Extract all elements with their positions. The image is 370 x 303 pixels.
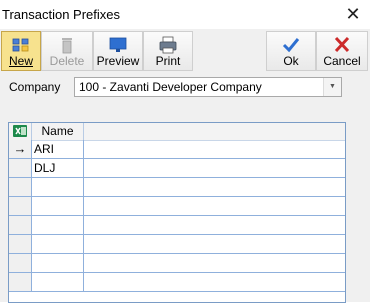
- table-row[interactable]: [9, 197, 345, 216]
- new-record-icon: [12, 38, 29, 52]
- delete-button[interactable]: Delete: [41, 31, 93, 71]
- table-row[interactable]: → ARI: [9, 140, 345, 159]
- new-button[interactable]: New: [1, 31, 41, 71]
- row-selector[interactable]: [9, 197, 32, 215]
- title-bar: Transaction Prefixes ✕: [0, 0, 370, 29]
- new-button-label: New: [8, 54, 33, 68]
- grid-header: Name: [9, 123, 345, 141]
- row-indicator-arrow-icon[interactable]: →: [9, 140, 32, 158]
- chevron-down-icon[interactable]: ▼: [323, 78, 341, 96]
- name-cell[interactable]: [32, 235, 84, 253]
- grid-area: Name → ARI DLJ: [0, 101, 370, 303]
- cancel-x-icon: [334, 36, 350, 53]
- row-selector[interactable]: [9, 216, 32, 234]
- preview-button[interactable]: Preview: [93, 31, 143, 71]
- name-cell[interactable]: [32, 273, 84, 291]
- table-row[interactable]: DLJ: [9, 159, 345, 178]
- row-selector[interactable]: [9, 178, 32, 196]
- row-selector[interactable]: [9, 254, 32, 272]
- table-row[interactable]: [9, 254, 345, 273]
- printer-icon: [159, 36, 177, 54]
- toolbar: New Delete Preview Print Ok Cancel: [0, 29, 370, 74]
- preview-button-label: Preview: [96, 54, 140, 68]
- name-cell[interactable]: DLJ: [32, 159, 84, 177]
- row-selector[interactable]: [9, 159, 32, 177]
- delete-button-label: Delete: [49, 54, 85, 68]
- trash-icon: [62, 38, 72, 54]
- company-select[interactable]: 100 - Zavanti Developer Company ▼: [74, 77, 342, 97]
- ok-button-label: Ok: [283, 54, 299, 68]
- ok-button[interactable]: Ok: [266, 31, 316, 71]
- name-cell[interactable]: [32, 216, 84, 234]
- company-select-value: 100 - Zavanti Developer Company: [79, 80, 262, 94]
- window-title: Transaction Prefixes: [2, 7, 121, 22]
- name-cell[interactable]: [32, 197, 84, 215]
- checkmark-icon: [282, 38, 300, 53]
- name-column-header[interactable]: Name: [32, 123, 84, 140]
- preview-icon: [109, 37, 127, 52]
- prefix-grid: Name → ARI DLJ: [8, 122, 346, 303]
- cancel-button[interactable]: Cancel: [316, 31, 368, 71]
- print-button[interactable]: Print: [143, 31, 193, 71]
- excel-export-icon[interactable]: [9, 123, 32, 140]
- row-selector[interactable]: [9, 235, 32, 253]
- row-selector[interactable]: [9, 273, 32, 291]
- table-row[interactable]: [9, 273, 345, 292]
- cancel-button-label: Cancel: [323, 54, 361, 68]
- name-cell[interactable]: [32, 178, 84, 196]
- company-row: Company 100 - Zavanti Developer Company …: [0, 73, 370, 101]
- print-button-label: Print: [155, 54, 181, 68]
- close-icon[interactable]: ✕: [336, 0, 370, 29]
- name-cell[interactable]: ARI: [32, 140, 84, 158]
- table-row[interactable]: [9, 235, 345, 254]
- table-row[interactable]: [9, 216, 345, 235]
- table-row[interactable]: [9, 178, 345, 197]
- company-label: Company: [9, 80, 61, 94]
- name-cell[interactable]: [32, 254, 84, 272]
